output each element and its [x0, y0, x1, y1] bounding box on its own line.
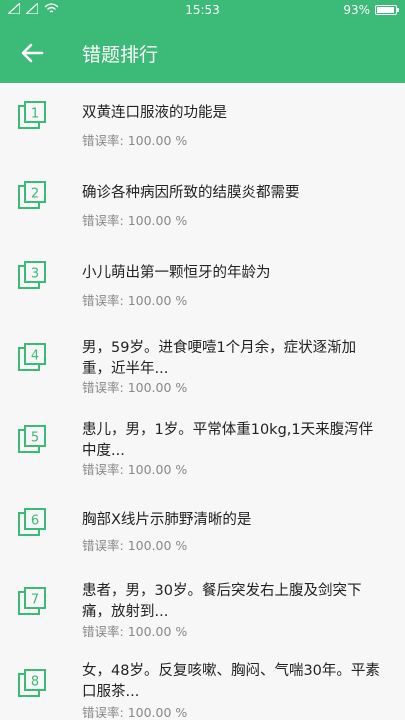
list-item[interactable]: 7 患者，男，30岁。餐后突发右上腹及剑突下痛，放射到... 错误率: 100.…: [0, 578, 405, 663]
svg-text:7: 7: [31, 593, 39, 608]
number-3-icon: 3: [18, 261, 46, 289]
svg-text:1: 1: [31, 107, 39, 122]
error-rate: 错误率: 100.00 %: [82, 133, 188, 148]
question-text: 确诊各种病因所致的结膜炎都需要: [82, 185, 300, 201]
question-text: 女，48岁。反复咳嗽、胸闷、气喘30年。平素口服茶...: [82, 663, 380, 700]
back-arrow-icon[interactable]: [18, 39, 46, 67]
list-item[interactable]: 1 双黄连口服液的功能是 错误率: 100.00 %: [0, 83, 405, 163]
error-rate: 错误率: 100.00 %: [82, 380, 188, 395]
wrong-question-list: 1 双黄连口服液的功能是 错误率: 100.00 % 2 确诊各种病因所致的结膜…: [0, 83, 405, 720]
svg-text:5: 5: [31, 431, 39, 446]
list-item[interactable]: 8 女，48岁。反复咳嗽、胸闷、气喘30年。平素口服茶... 错误率: 100.…: [0, 658, 405, 720]
list-item[interactable]: 2 确诊各种病因所致的结膜炎都需要 错误率: 100.00 %: [0, 163, 405, 243]
number-6-icon: 6: [18, 508, 46, 536]
list-item[interactable]: 4 男，59岁。进食哽噎1个月余，症状逐渐加重，近半年... 错误率: 100.…: [0, 328, 405, 413]
app-bar: 错题排行: [0, 22, 405, 83]
list-item[interactable]: 3 小儿萌出第一颗恒牙的年龄为 错误率: 100.00 %: [0, 243, 405, 323]
svg-text:2: 2: [31, 187, 39, 202]
list-item[interactable]: 6 胸部X线片示肺野清晰的是 错误率: 100.00 %: [0, 495, 405, 575]
svg-text:8: 8: [31, 675, 39, 690]
svg-text:4: 4: [31, 349, 39, 364]
number-4-icon: 4: [18, 343, 46, 371]
status-bar: 15:53 93%: [0, 0, 405, 22]
page-title: 错题排行: [82, 44, 159, 66]
question-text: 小儿萌出第一颗恒牙的年龄为: [82, 265, 271, 281]
question-text: 患者，男，30岁。餐后突发右上腹及剑突下痛，放射到...: [82, 583, 362, 620]
error-rate: 错误率: 100.00 %: [82, 293, 188, 308]
status-icons-right: 93%: [343, 3, 399, 17]
number-2-icon: 2: [18, 181, 46, 209]
question-text: 胸部X线片示肺野清晰的是: [82, 512, 252, 528]
question-text: 男，59岁。进食哽噎1个月余，症状逐渐加重，近半年...: [82, 340, 357, 377]
number-8-icon: 8: [18, 669, 46, 697]
error-rate: 错误率: 100.00 %: [82, 213, 188, 228]
number-1-icon: 1: [18, 101, 46, 129]
battery-icon: [375, 5, 399, 15]
number-7-icon: 7: [18, 587, 46, 615]
svg-text:3: 3: [31, 267, 39, 282]
error-rate: 错误率: 100.00 %: [82, 462, 188, 477]
question-text: 患儿，男，1岁。平常体重10kg,1天来腹泻伴中度...: [82, 422, 374, 459]
error-rate: 错误率: 100.00 %: [82, 538, 188, 553]
number-5-icon: 5: [18, 425, 46, 453]
svg-text:6: 6: [31, 514, 39, 529]
list-item[interactable]: 5 患儿，男，1岁。平常体重10kg,1天来腹泻伴中度... 错误率: 100.…: [0, 410, 405, 495]
error-rate: 错误率: 100.00 %: [82, 624, 188, 639]
question-text: 双黄连口服液的功能是: [82, 105, 227, 121]
error-rate: 错误率: 100.00 %: [82, 705, 188, 720]
battery-percent: 93%: [343, 3, 370, 17]
